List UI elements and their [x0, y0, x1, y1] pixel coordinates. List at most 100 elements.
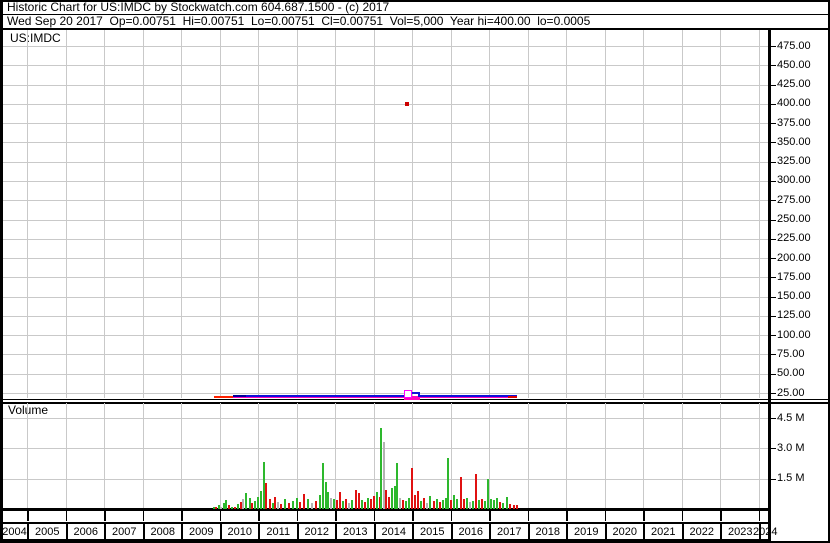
- price-grid-hline: [3, 296, 768, 298]
- volume-bar: [459, 477, 462, 509]
- year-tick: [219, 511, 221, 521]
- price-tick-label: 150.00: [777, 290, 811, 303]
- price-line-segment: [246, 394, 404, 397]
- volume-bar: [251, 503, 254, 509]
- volume-bar: [414, 495, 417, 509]
- year-cell: 2022: [681, 522, 720, 541]
- year-cell: 2018: [527, 522, 566, 541]
- volume-bar: [355, 490, 358, 509]
- year-tick: [335, 511, 337, 521]
- volume-bar: [505, 497, 508, 509]
- price-grid-hline: [3, 335, 768, 337]
- volume-bar: [453, 495, 456, 509]
- volume-bar: [372, 496, 375, 509]
- volume-bar: [509, 504, 512, 509]
- volume-tick-label: 3.0 M: [777, 441, 805, 454]
- volume-bar: [441, 500, 444, 509]
- volume-bar: [382, 442, 385, 509]
- volume-tick-label: 1.5 M: [777, 472, 805, 485]
- volume-bar: [420, 501, 423, 509]
- volume-bar: [327, 492, 330, 509]
- year-cell: 2016: [450, 522, 489, 541]
- volume-bar: [347, 503, 350, 509]
- volume-bar: [280, 504, 283, 509]
- price-tick-label: 300.00: [777, 174, 811, 187]
- year-cell: 2024: [753, 522, 778, 541]
- year-cell: 2005: [27, 522, 66, 541]
- price-axis-tick: [770, 123, 776, 125]
- price-grid-hline: [3, 46, 768, 47]
- price-axis-tick: [770, 84, 776, 86]
- volume-bar: [322, 463, 325, 509]
- volume-bar: [271, 503, 274, 509]
- volume-bar: [495, 498, 498, 509]
- outlier-trade-dot: [404, 101, 409, 106]
- price-tick-label: 425.00: [777, 78, 811, 91]
- volume-bar: [299, 502, 302, 509]
- header-separator-line: [0, 14, 830, 15]
- year-tick: [758, 511, 760, 521]
- price-grid-hline: [3, 142, 768, 144]
- open-price-box: [403, 390, 412, 398]
- price-tick-label: 200.00: [777, 251, 811, 264]
- volume-bar: [426, 503, 429, 509]
- volume-bar: [435, 499, 438, 509]
- volume-bar: [432, 501, 435, 509]
- volume-bar: [423, 498, 426, 509]
- volume-bar: [265, 483, 268, 509]
- volume-bar: [429, 496, 432, 509]
- price-tick-label: 175.00: [777, 270, 811, 283]
- frame-top-border: [0, 0, 830, 2]
- year-tick: [412, 511, 414, 521]
- price-axis-tick: [770, 373, 776, 375]
- year-tick: [643, 511, 645, 521]
- volume-bar: [486, 479, 489, 509]
- volume-bar: [466, 498, 469, 509]
- volume-bar: [512, 505, 515, 509]
- volume-bar: [357, 493, 360, 509]
- title-bar: Historic Chart for US:IMDC by Stockwatch…: [0, 1, 830, 14]
- volume-bar: [468, 502, 471, 509]
- volume-bar: [228, 505, 231, 509]
- volume-bar: [245, 493, 248, 509]
- price-axis-tick: [770, 277, 776, 279]
- volume-bar: [307, 499, 310, 509]
- header-bottom-border: [0, 28, 830, 30]
- volume-bar: [474, 474, 477, 509]
- price-axis-tick: [770, 315, 776, 317]
- volume-grid-hline: [3, 448, 768, 450]
- volume-bar: [369, 499, 372, 509]
- volume-bar: [456, 499, 459, 509]
- volume-bar: [411, 468, 413, 509]
- volume-panel-top-line: [0, 401, 830, 404]
- volume-bar: [260, 491, 263, 509]
- volume-bar: [471, 501, 474, 509]
- price-grid-hline: [3, 123, 768, 125]
- volume-axis-tick: [770, 448, 776, 450]
- year-cell: 2010: [219, 522, 258, 541]
- price-axis-tick: [770, 103, 776, 105]
- volume-bar: [257, 497, 259, 509]
- year-tick: [373, 511, 375, 521]
- volume-bar: [450, 500, 453, 509]
- price-tick-label: 350.00: [777, 135, 811, 148]
- price-tick-label: 375.00: [777, 116, 811, 129]
- quote-bar: Wed Sep 20 2017 Op=0.00751 Hi=0.00751 Lo…: [0, 15, 830, 28]
- volume-bar: [489, 499, 492, 509]
- price-tick-label: 25.00: [777, 386, 805, 399]
- price-grid-hline: [3, 84, 768, 86]
- volume-bar: [375, 492, 378, 509]
- price-grid-hline: [3, 103, 768, 105]
- price-grid-hline: [3, 180, 768, 182]
- year-cell: 2014: [373, 522, 412, 541]
- price-grid-hline: [3, 258, 768, 260]
- volume-bar: [398, 498, 401, 509]
- year-tick: [681, 511, 683, 521]
- price-axis-tick: [770, 142, 776, 144]
- price-line-segment: [213, 396, 233, 398]
- price-tick-label: 100.00: [777, 328, 811, 341]
- quote-line: Wed Sep 20 2017 Op=0.00751 Hi=0.00751 Lo…: [7, 14, 591, 28]
- volume-bar: [387, 497, 390, 509]
- volume-bar: [277, 502, 280, 509]
- price-tick-label: 450.00: [777, 58, 811, 71]
